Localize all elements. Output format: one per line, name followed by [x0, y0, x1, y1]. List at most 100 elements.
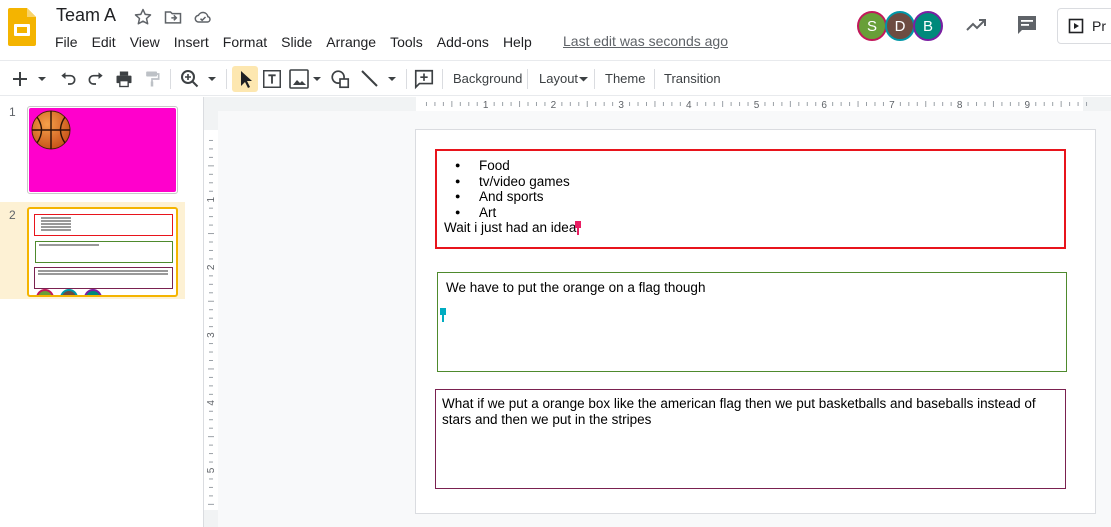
vertical-ruler[interactable]: 1 2 3 4 5 [204, 111, 218, 527]
slides-logo[interactable] [8, 8, 36, 46]
list-item: Art [455, 205, 570, 221]
thumb-avatar [84, 289, 102, 295]
list-item: And sports [455, 189, 570, 205]
cloud-saved-icon[interactable] [193, 7, 213, 27]
plus-icon [13, 72, 46, 86]
ruler-label: 1 [206, 196, 217, 202]
present-label: Pr [1092, 18, 1106, 34]
shape-icon [331, 70, 350, 89]
collaborator-cursor-flag [575, 221, 581, 228]
avatar[interactable]: S [857, 11, 887, 41]
transition-button[interactable]: Transition [664, 71, 721, 86]
ruler-label: 5 [754, 100, 760, 111]
paint-format-icon [146, 71, 160, 87]
text-box-ideas[interactable]: Food tv/video games And sports Art Wait … [435, 149, 1066, 249]
avatar[interactable]: B [913, 11, 943, 41]
editor-canvas[interactable]: Food tv/video games And sports Art Wait … [218, 111, 1111, 527]
image-icon [289, 69, 321, 89]
menu-slide[interactable]: Slide [274, 33, 319, 53]
toolbar: Background Layout Theme Transition [0, 60, 1111, 96]
undo-button[interactable] [56, 67, 80, 91]
menu-help[interactable]: Help [496, 33, 539, 53]
horizontal-ruler[interactable]: 1 2 3 4 5 6 7 8 9 [218, 97, 1111, 111]
ruler-label: 7 [889, 100, 895, 111]
thumb-box-green [35, 241, 173, 263]
new-slide-button[interactable] [8, 67, 48, 91]
menu-file[interactable]: File [48, 33, 85, 53]
text-box-button[interactable] [260, 67, 284, 91]
slide-filmstrip: 1 2 [0, 97, 204, 527]
ruler-label: 4 [686, 100, 692, 111]
list-item: Food [455, 158, 570, 174]
slide-thumbnail-1[interactable] [27, 106, 178, 194]
insert-image-button[interactable] [288, 67, 324, 91]
thumb-avatar [36, 289, 54, 295]
basketball-icon [31, 110, 71, 150]
menu-bar: File Edit View Insert Format Slide Arran… [48, 33, 539, 53]
dropdown-arrow-icon [579, 77, 589, 82]
activity-trend-icon[interactable] [964, 13, 988, 37]
move-to-folder-icon[interactable] [163, 7, 183, 27]
suggestion-text: What if we put a orange box like the ame… [442, 396, 1036, 427]
text-box-icon [263, 70, 281, 88]
layout-button[interactable]: Layout [539, 71, 589, 86]
ruler-label: 5 [206, 467, 217, 473]
thumb-avatar [60, 289, 78, 295]
select-tool-button[interactable] [232, 66, 258, 92]
menu-insert[interactable]: Insert [167, 33, 216, 53]
ruler-label: 3 [206, 332, 217, 338]
last-edit-link[interactable]: Last edit was seconds ago [563, 33, 728, 49]
print-icon [116, 71, 132, 88]
collaborator-cursor-flag [440, 308, 446, 315]
menu-edit[interactable]: Edit [85, 33, 123, 53]
redo-icon [88, 72, 103, 85]
ruler-ticks: 1 2 3 4 5 [206, 139, 217, 505]
idea-line: Wait i just had an idea [444, 220, 577, 235]
ruler-label: 1 [483, 100, 489, 111]
menu-tools[interactable]: Tools [383, 33, 430, 53]
paint-format-button[interactable] [140, 67, 164, 91]
slide-page[interactable]: Food tv/video games And sports Art Wait … [415, 129, 1096, 514]
layout-label: Layout [539, 71, 579, 86]
ruler-label: 6 [821, 100, 827, 111]
cursor-arrow-icon [241, 71, 252, 88]
add-comment-button[interactable] [412, 67, 436, 91]
zoom-button[interactable] [178, 67, 220, 91]
slide-number: 1 [9, 105, 16, 119]
present-icon [1068, 18, 1084, 34]
comments-icon[interactable] [1015, 13, 1039, 37]
avatar[interactable]: D [885, 11, 915, 41]
thumb-box-red [34, 214, 173, 236]
zoom-icon [181, 70, 216, 88]
background-button[interactable]: Background [453, 71, 522, 86]
theme-button[interactable]: Theme [605, 71, 645, 86]
text-box-suggestion[interactable]: What if we put a orange box like the ame… [435, 389, 1066, 489]
menu-addons[interactable]: Add-ons [430, 33, 496, 53]
text-box-flag[interactable]: We have to put the orange on a flag thou… [437, 272, 1067, 372]
ruler-label: 4 [206, 400, 217, 406]
add-comment-icon [414, 69, 434, 90]
document-title[interactable]: Team A [56, 5, 116, 26]
slide-thumbnail-2[interactable] [27, 207, 178, 297]
slide-number: 2 [9, 208, 16, 222]
ruler-label: 3 [618, 100, 624, 111]
list-item: tv/video games [455, 174, 570, 190]
ruler-label: 8 [957, 100, 963, 111]
menu-view[interactable]: View [123, 33, 167, 53]
flag-line: We have to put the orange on a flag thou… [446, 280, 706, 295]
ruler-ticks: 1 2 3 4 5 6 7 8 9 [425, 100, 1088, 111]
ruler-corner [204, 97, 218, 111]
star-icon[interactable] [133, 7, 153, 27]
undo-icon [61, 72, 76, 85]
menu-format[interactable]: Format [216, 33, 274, 53]
bullet-list: Food tv/video games And sports Art [455, 158, 570, 220]
ruler-label: 2 [206, 264, 217, 270]
line-icon [361, 70, 396, 87]
redo-button[interactable] [84, 67, 108, 91]
ruler-label: 2 [551, 100, 557, 111]
shape-button[interactable] [328, 67, 352, 91]
print-button[interactable] [112, 67, 136, 91]
present-button[interactable]: Pr [1057, 8, 1111, 44]
line-button[interactable] [358, 67, 400, 91]
menu-arrange[interactable]: Arrange [319, 33, 383, 53]
